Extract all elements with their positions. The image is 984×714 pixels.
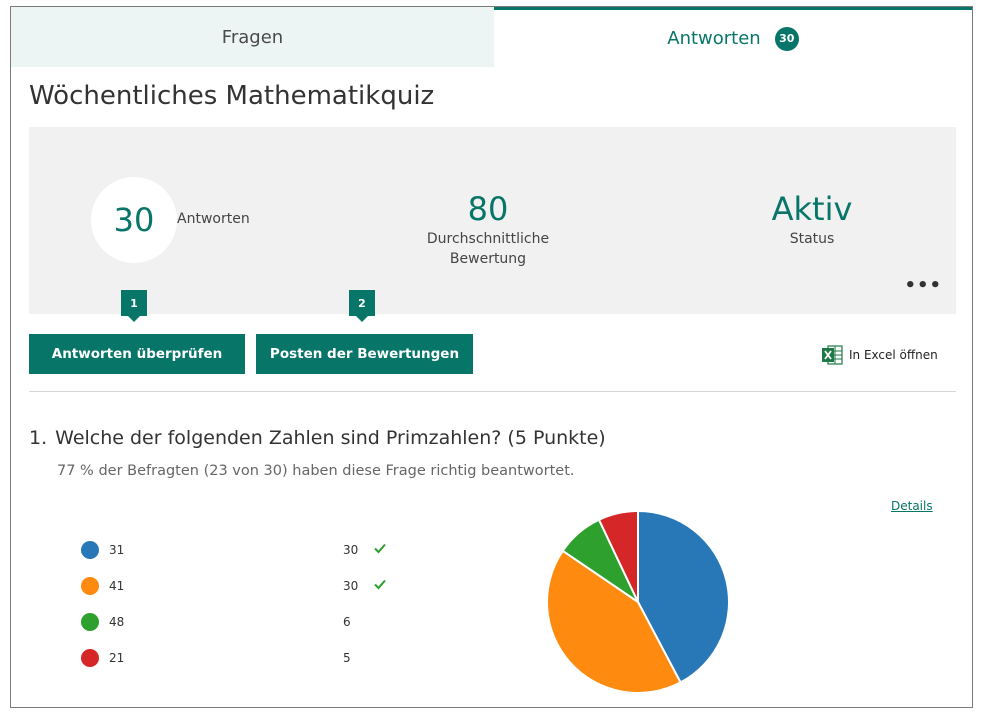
responses-count-label: Antworten [177, 211, 250, 227]
legend-count: 6 [343, 615, 351, 629]
review-answers-button[interactable]: Antworten überprüfen [29, 334, 245, 374]
tab-questions[interactable]: Fragen [11, 7, 494, 67]
status-value: Aktiv [771, 190, 853, 228]
callout-marker-2: 2 [349, 290, 375, 322]
tab-responses-label: Antworten [667, 28, 761, 49]
legend-color-dot [81, 541, 99, 559]
question-result-summary: 77 % der Befragten (23 von 30) haben die… [57, 463, 575, 479]
question-text: Welche der folgenden Zahlen sind Primzah… [55, 427, 606, 449]
legend-row: 21 5 [81, 645, 401, 681]
responses-count-circle: 30 [91, 177, 177, 263]
tab-bar: Fragen Antworten 30 [11, 7, 972, 67]
legend-label: 41 [109, 579, 125, 593]
tab-questions-label: Fragen [221, 26, 284, 48]
open-in-excel-link[interactable]: In Excel öffnen [821, 344, 938, 366]
answers-pie-chart [546, 509, 730, 694]
legend-row: 31 30 [81, 537, 401, 573]
average-score-stat: 80 Durchschnittliche Bewertung [399, 189, 577, 269]
legend-row: 41 30 [81, 573, 401, 609]
callout-marker-1: 1 [121, 290, 147, 322]
open-in-excel-label: In Excel öffnen [849, 348, 938, 362]
question-title: 1. Welche der folgenden Zahlen sind Primz… [29, 427, 606, 449]
legend-color-dot [81, 577, 99, 595]
more-options-icon[interactable]: ••• [904, 275, 942, 296]
responses-count-badge: 30 [774, 26, 799, 51]
average-score-value: 80 [467, 190, 509, 228]
excel-icon [822, 345, 843, 365]
legend-count: 30 [343, 579, 359, 593]
quiz-title: Wöchentliches Mathematikquiz [29, 81, 435, 111]
legend-count: 30 [343, 543, 359, 557]
answer-legend: 31 30 41 30 48 6 21 5 [81, 537, 401, 681]
legend-count: 5 [343, 651, 351, 665]
check-icon [374, 579, 386, 590]
details-link[interactable]: Details [891, 499, 933, 513]
legend-color-dot [81, 649, 99, 667]
legend-row: 48 6 [81, 609, 401, 645]
status-label: Status [789, 231, 835, 247]
forms-responses-panel: Fragen Antworten 30 Wöchentliches Mathem… [10, 6, 973, 708]
legend-label: 31 [109, 543, 125, 557]
legend-label: 21 [109, 651, 125, 665]
status-stat: Aktiv Status [729, 189, 895, 249]
section-divider [29, 391, 956, 392]
legend-label: 48 [109, 615, 125, 629]
legend-color-dot [81, 613, 99, 631]
summary-panel: 30 Antworten 80 Durchschnittliche Bewert… [29, 127, 956, 314]
question-number: 1. [29, 427, 48, 449]
tab-responses[interactable]: Antworten 30 [494, 7, 972, 67]
average-score-label: Durchschnittliche Bewertung [426, 231, 550, 267]
post-scores-button[interactable]: Posten der Bewertungen [256, 334, 473, 374]
check-icon [374, 543, 386, 554]
